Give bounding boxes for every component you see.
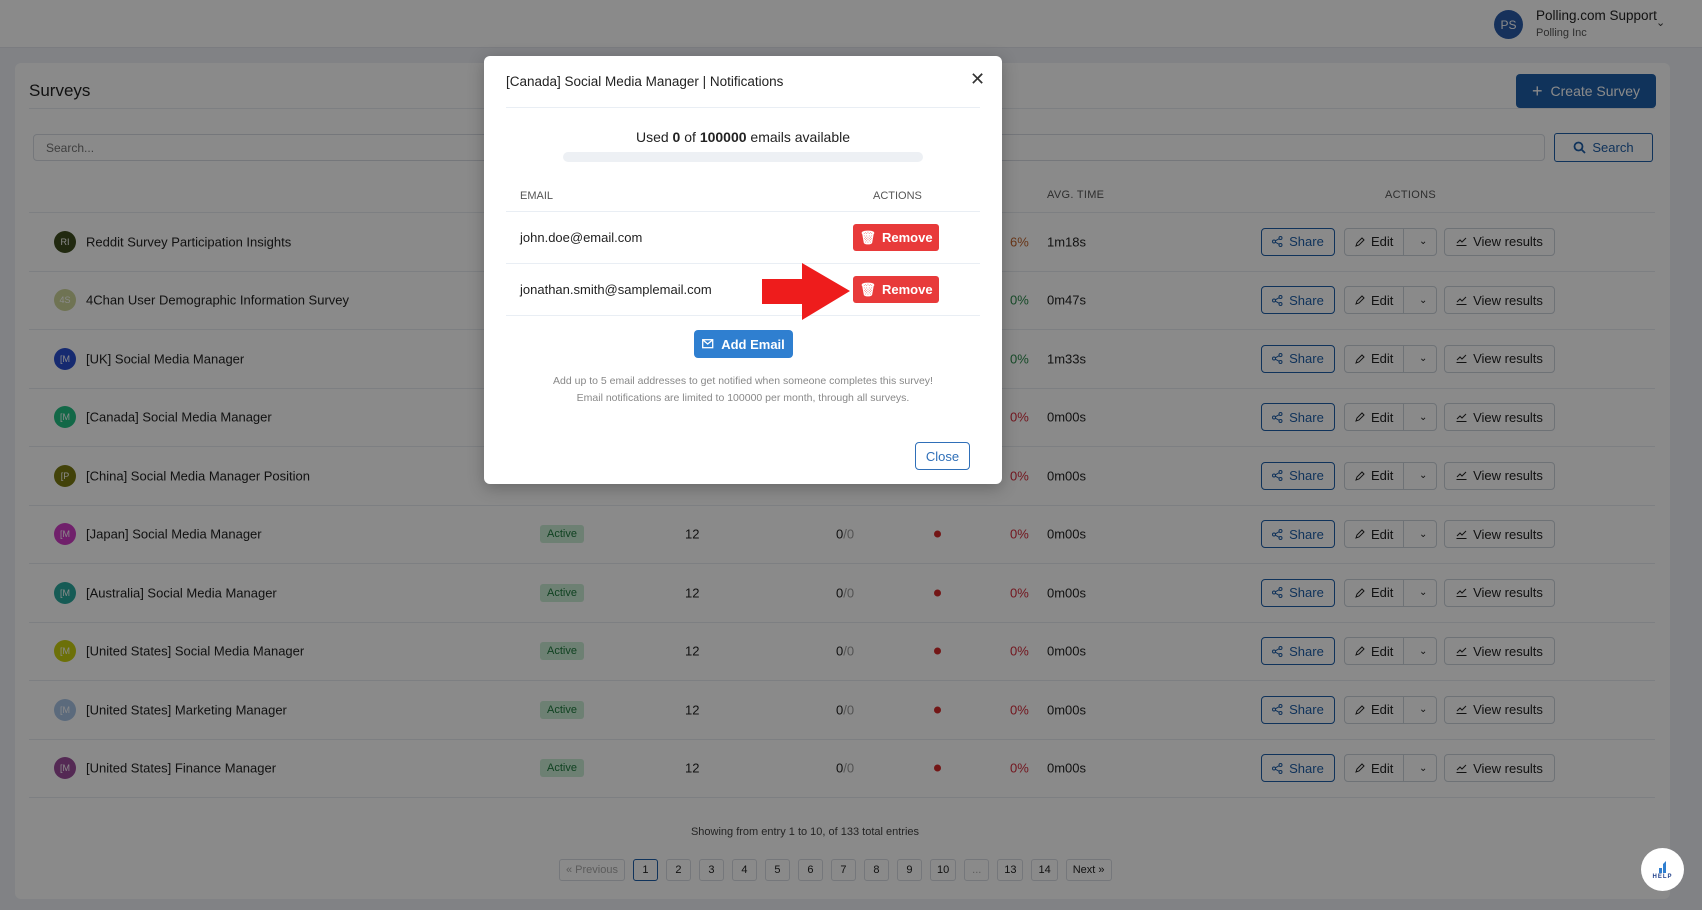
close-button[interactable]: Close [915,442,970,470]
annotation-arrow-icon [762,263,850,320]
column-header-email: EMAIL [520,190,554,202]
mail-plus-icon [702,339,714,349]
help-button[interactable]: HELP [1641,848,1684,891]
help-logo-icon [1658,860,1666,873]
notifications-modal: [Canada] Social Media Manager | Notifica… [484,56,1002,484]
help-text: Add up to 5 email addresses to get notif… [553,375,933,387]
usage-text: Used 0 of 100000 emails available [635,129,851,145]
trash-icon: 🗑 [859,281,876,297]
help-text: Email notifications are limited to 10000… [576,392,910,404]
add-email-button[interactable]: Add Email [694,330,793,358]
divider [506,263,980,264]
remove-email-button[interactable]: 🗑 Remove [853,276,939,303]
email-item: john.doe@email.com [520,230,643,245]
email-item: jonathan.smith@samplemail.com [520,282,712,297]
modal-title: [Canada] Social Media Manager | Notifica… [506,74,784,89]
column-header-actions: ACTIONS [873,190,922,202]
divider [506,107,980,108]
usage-progress-bar [563,152,923,162]
trash-icon: 🗑 [859,229,876,245]
divider [506,211,980,212]
close-icon[interactable]: ✕ [970,69,985,90]
divider [506,315,980,316]
remove-email-button[interactable]: 🗑 Remove [853,224,939,251]
